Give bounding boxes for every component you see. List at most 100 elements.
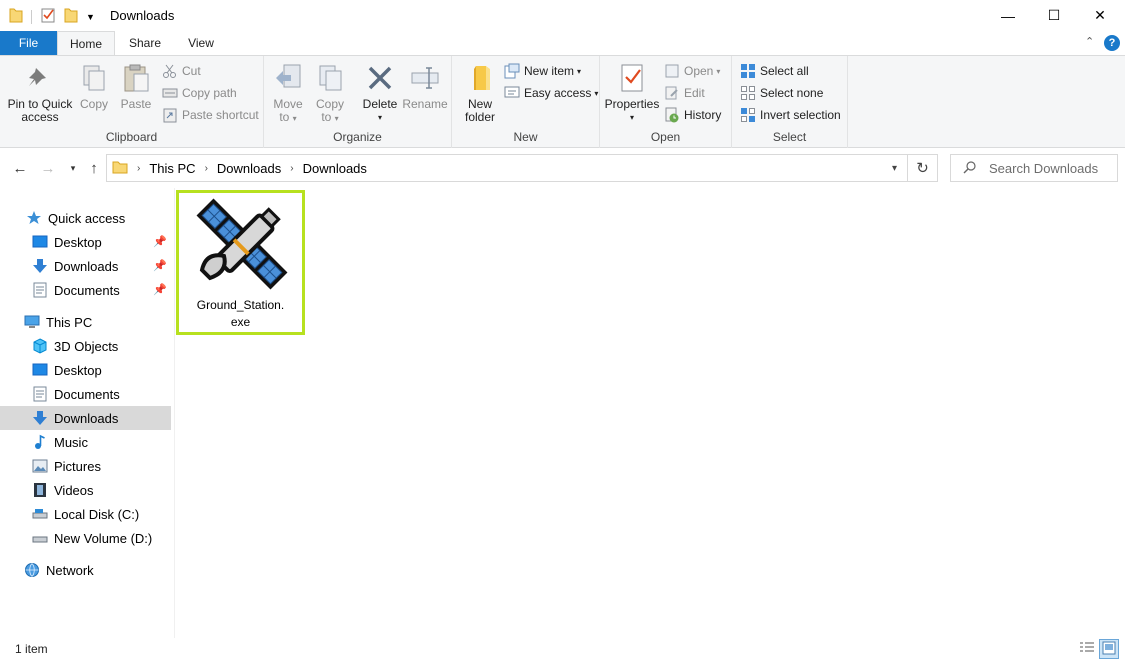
paste-shortcut-button[interactable]: Paste shortcut xyxy=(162,105,259,125)
invert-selection-button[interactable]: Invert selection xyxy=(740,105,841,125)
customize-toolbar-icon[interactable]: ▼ xyxy=(86,12,95,22)
large-icons-view-icon xyxy=(1102,641,1116,658)
nav-item-this-pc[interactable]: This PC xyxy=(0,310,171,334)
history-button[interactable]: History xyxy=(664,105,721,125)
copy-path-label: Copy path xyxy=(182,86,237,100)
open-icon xyxy=(664,63,680,79)
nav-item-quick-access[interactable]: Quick access xyxy=(0,206,171,230)
new-folder-icon[interactable] xyxy=(64,7,78,26)
breadcrumb-separator[interactable]: › xyxy=(205,163,208,174)
quick-access-toolbar: ▼ xyxy=(9,7,95,26)
delete-button[interactable]: Delete ▾ xyxy=(360,62,400,124)
nav-item-local-disk[interactable]: Local Disk (C:) xyxy=(0,502,171,526)
pin-icon[interactable]: 📌 xyxy=(153,259,167,272)
nav-item-qa-downloads[interactable]: Downloads 📌 xyxy=(0,254,171,278)
nav-item-network[interactable]: Network xyxy=(0,558,171,582)
star-icon xyxy=(26,210,42,226)
breadcrumb-downloads-current[interactable]: Downloads xyxy=(303,161,367,176)
status-bar: 1 item xyxy=(0,638,1125,661)
address-bar[interactable]: › This PC › Downloads › Downloads ▾ xyxy=(106,154,908,182)
rename-button[interactable]: Rename xyxy=(402,62,448,111)
refresh-button[interactable]: ↻ xyxy=(907,154,938,182)
folder-icon xyxy=(112,159,128,178)
nav-item-pictures[interactable]: Pictures xyxy=(0,454,171,478)
organize-group: Move to ▾ Copy to ▾ Delete ▾ Rename Orga… xyxy=(264,56,452,148)
tab-view[interactable]: View xyxy=(176,31,226,55)
cut-button[interactable]: Cut xyxy=(162,61,201,81)
tab-home[interactable]: Home xyxy=(57,31,115,56)
collapse-ribbon-icon[interactable]: ⌃ xyxy=(1085,35,1094,48)
nav-item-music[interactable]: Music xyxy=(0,430,171,454)
minimize-button[interactable]: — xyxy=(985,0,1031,31)
copy-to-icon xyxy=(314,62,346,94)
delete-x-icon xyxy=(364,62,396,94)
address-dropdown-icon[interactable]: ▾ xyxy=(892,163,897,174)
copy-button[interactable]: Copy xyxy=(76,62,112,111)
new-item-dropdown-icon: ▾ xyxy=(577,66,582,76)
nav-item-documents[interactable]: Documents xyxy=(0,382,171,406)
edit-button[interactable]: Edit xyxy=(664,83,705,103)
download-arrow-icon xyxy=(32,410,48,426)
nav-item-downloads[interactable]: Downloads xyxy=(0,406,171,430)
delete-label: Delete xyxy=(362,97,398,111)
pin-to-quick-access-button[interactable]: Pin to Quick access xyxy=(4,62,76,124)
history-label: History xyxy=(684,108,722,122)
details-view-button[interactable] xyxy=(1077,639,1097,659)
search-icon xyxy=(963,160,977,177)
nav-item-desktop[interactable]: Desktop xyxy=(0,358,171,382)
breadcrumb-separator[interactable]: › xyxy=(137,163,140,174)
select-all-icon xyxy=(740,63,756,79)
nav-label: Local Disk (C:) xyxy=(54,506,140,522)
recent-locations-button[interactable]: ▾ xyxy=(63,158,83,178)
new-folder-button[interactable]: New folder xyxy=(458,62,502,124)
nav-item-qa-documents[interactable]: Documents 📌 xyxy=(0,278,171,302)
breadcrumb-separator[interactable]: › xyxy=(290,163,293,174)
tab-share[interactable]: Share xyxy=(120,31,170,55)
film-icon xyxy=(32,482,48,498)
back-button[interactable]: ← xyxy=(10,158,30,178)
nav-item-qa-desktop[interactable]: Desktop 📌 xyxy=(0,230,171,254)
select-group-label: Select xyxy=(772,130,807,144)
computer-icon xyxy=(24,314,40,330)
ribbon-tabs: File Home Share View ⌃ ? xyxy=(0,31,1125,56)
new-group-label: New xyxy=(513,130,538,144)
copy-to-label-line2: to ▾ xyxy=(321,110,339,124)
copy-to-button[interactable]: Copy to ▾ xyxy=(312,62,348,125)
file-item[interactable]: Ground_Station. exe xyxy=(176,190,305,335)
paste-button[interactable]: Paste xyxy=(116,62,156,111)
nav-item-new-volume[interactable]: New Volume (D:) xyxy=(0,526,171,550)
organize-group-label: Organize xyxy=(333,130,382,144)
search-box[interactable]: Search Downloads xyxy=(950,154,1118,182)
documents-icon xyxy=(32,386,48,402)
close-button[interactable]: ✕ xyxy=(1077,0,1123,31)
select-group: Select all Select none Invert selection … xyxy=(732,56,848,148)
select-all-label: Select all xyxy=(760,64,809,78)
select-all-button[interactable]: Select all xyxy=(740,61,809,81)
select-none-button[interactable]: Select none xyxy=(740,83,823,103)
new-item-icon xyxy=(504,63,520,79)
nav-item-videos[interactable]: Videos xyxy=(0,478,171,502)
maximize-button[interactable]: ☐ xyxy=(1031,0,1077,31)
open-button[interactable]: Open ▾ xyxy=(664,61,720,81)
copy-path-button[interactable]: Copy path xyxy=(162,83,237,103)
properties-button[interactable]: Properties ▾ xyxy=(604,62,660,124)
large-icons-view-button[interactable] xyxy=(1099,639,1119,659)
move-to-button[interactable]: Move to ▾ xyxy=(268,62,308,125)
forward-button[interactable]: → xyxy=(38,158,58,178)
nav-item-3d-objects[interactable]: 3D Objects xyxy=(0,334,171,358)
breadcrumb-downloads[interactable]: Downloads xyxy=(217,161,281,176)
navigation-bar: ← → ▾ ↑ › This PC › Downloads › Download… xyxy=(0,148,1125,188)
pin-icon[interactable]: 📌 xyxy=(153,235,167,248)
breadcrumb-this-pc[interactable]: This PC xyxy=(149,161,195,176)
tab-file[interactable]: File xyxy=(0,31,57,55)
up-button[interactable]: ↑ xyxy=(84,158,104,178)
easy-access-dropdown-icon: ▾ xyxy=(594,88,599,98)
rename-label: Rename xyxy=(402,97,448,111)
properties-icon[interactable] xyxy=(40,7,56,26)
pin-icon[interactable]: 📌 xyxy=(153,283,167,296)
copy-path-icon xyxy=(162,85,178,101)
easy-access-button[interactable]: Easy access ▾ xyxy=(504,83,598,103)
history-icon xyxy=(664,107,680,123)
new-item-button[interactable]: New item ▾ xyxy=(504,61,581,81)
help-icon[interactable]: ? xyxy=(1104,35,1120,51)
